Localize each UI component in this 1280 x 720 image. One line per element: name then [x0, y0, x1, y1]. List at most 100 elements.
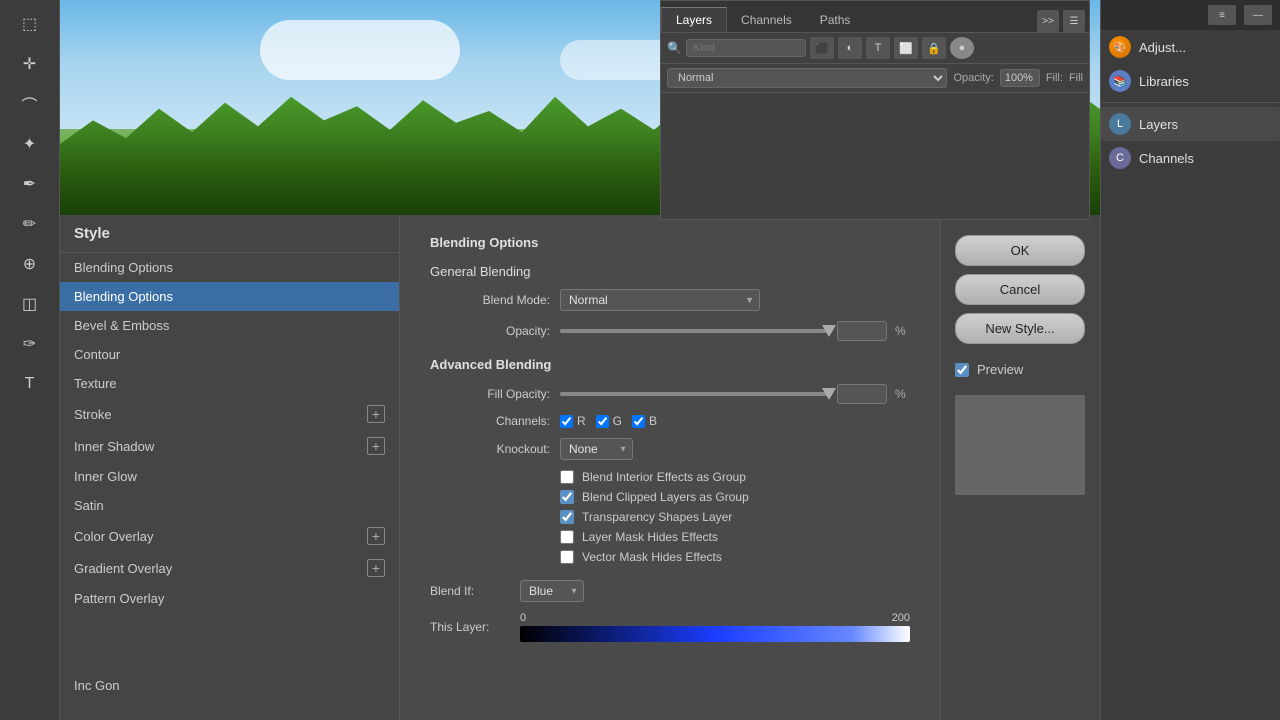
- inner-shadow-add-btn[interactable]: +: [367, 437, 385, 455]
- stroke-add-btn[interactable]: +: [367, 405, 385, 423]
- blend-clipped-checkbox[interactable]: [560, 490, 574, 504]
- preview-label: Preview: [977, 362, 1023, 377]
- blend-interior-label: Blend Interior Effects as Group: [582, 470, 746, 484]
- text-icon-btn[interactable]: T: [866, 37, 890, 59]
- opacity-value-input[interactable]: 100: [837, 321, 887, 341]
- fill-opacity-value-input[interactable]: 100: [837, 384, 887, 404]
- blend-interior-row: Blend Interior Effects as Group: [560, 470, 910, 484]
- style-item-inc-gon[interactable]: Inc Gon: [60, 671, 398, 700]
- layers-opacity-input[interactable]: [1000, 69, 1040, 87]
- layers-panel-label: Layers: [1139, 117, 1178, 132]
- style-item-blending-options[interactable]: Blending Options: [60, 282, 399, 311]
- search-icon: 🔍: [667, 41, 682, 55]
- this-layer-slider-area: 0 200: [520, 612, 910, 642]
- style-item-contour[interactable]: Contour: [60, 340, 399, 369]
- libraries-btn[interactable]: 📚 Libraries: [1101, 64, 1280, 98]
- layers-panel-icon: L: [1109, 113, 1131, 135]
- blending-options-title: Blending Options: [430, 235, 910, 250]
- healing-tool[interactable]: ⊕: [11, 245, 49, 283]
- lasso-tool[interactable]: ⌒: [11, 85, 49, 123]
- style-item-gradient-overlay[interactable]: Gradient Overlay +: [60, 552, 399, 584]
- layers-blend-mode-select[interactable]: Normal: [667, 68, 947, 88]
- this-layer-gradient[interactable]: [520, 626, 910, 642]
- style-item-gradient-overlay-label: Gradient Overlay: [74, 561, 172, 576]
- move-tool[interactable]: ✛: [11, 45, 49, 83]
- filter-icon-btn[interactable]: ●: [950, 37, 974, 59]
- channel-g-item: G: [596, 414, 622, 428]
- channel-g-checkbox[interactable]: [596, 415, 609, 428]
- style-item-pattern-overlay[interactable]: Pattern Overlay: [60, 584, 399, 613]
- ok-button[interactable]: OK: [955, 235, 1085, 266]
- adjustments-label: Adjust...: [1139, 40, 1186, 55]
- style-item-stroke[interactable]: Stroke +: [60, 398, 399, 430]
- gradient-overlay-add-btn[interactable]: +: [367, 559, 385, 577]
- smart-icon-btn[interactable]: 🔒: [922, 37, 946, 59]
- eyedropper-tool[interactable]: ✒: [11, 165, 49, 203]
- right-panel-icon-2[interactable]: —: [1244, 5, 1272, 25]
- style-item-color-overlay[interactable]: Color Overlay +: [60, 520, 399, 552]
- channel-r-item: R: [560, 414, 586, 428]
- layers-panel-btn[interactable]: L Layers: [1101, 107, 1280, 141]
- vector-mask-checkbox[interactable]: [560, 550, 574, 564]
- knockout-select[interactable]: None Shallow Deep: [560, 438, 633, 460]
- right-panel-icon-1[interactable]: ≡: [1208, 5, 1236, 25]
- style-item-contour-label: Contour: [74, 347, 120, 362]
- style-item-satin[interactable]: Satin: [60, 491, 399, 520]
- advanced-blending-title: Advanced Blending: [430, 357, 910, 372]
- blend-if-select-wrapper: Gray Red Green Blue: [520, 580, 584, 602]
- style-left-panel: Style Blending Options Blending Options …: [60, 215, 400, 720]
- adjustments-btn[interactable]: 🎨 Adjust...: [1101, 30, 1280, 64]
- channel-r-checkbox[interactable]: [560, 415, 573, 428]
- opacity-slider-track[interactable]: [560, 329, 829, 333]
- fill-opacity-label: Fill Opacity:: [430, 387, 550, 401]
- adjustment-icon-btn[interactable]: ◐: [838, 37, 862, 59]
- right-panel-top: ≡ —: [1101, 0, 1280, 30]
- expand-panels-btn[interactable]: >>: [1037, 10, 1059, 32]
- channels-panel-btn[interactable]: C Channels: [1101, 141, 1280, 175]
- transparency-shapes-checkbox[interactable]: [560, 510, 574, 524]
- knockout-select-wrapper: None Shallow Deep: [560, 438, 633, 460]
- magic-wand-tool[interactable]: ✦: [11, 125, 49, 163]
- style-item-texture[interactable]: Texture: [60, 369, 399, 398]
- style-item-inner-glow[interactable]: Inner Glow: [60, 462, 399, 491]
- preview-checkbox[interactable]: [955, 363, 969, 377]
- channel-b-checkbox[interactable]: [632, 415, 645, 428]
- stamp-tool[interactable]: ◫: [11, 285, 49, 323]
- pen-tool[interactable]: ✑: [11, 325, 49, 363]
- shape-icon-btn[interactable]: ⬜: [894, 37, 918, 59]
- blend-mode-select[interactable]: Normal Dissolve Multiply Screen Overlay: [560, 289, 760, 311]
- panel-menu-btn[interactable]: ☰: [1063, 10, 1085, 32]
- style-item-inner-glow-label: Inner Glow: [74, 469, 137, 484]
- inc-gon-label: Inc Gon: [74, 678, 120, 693]
- blend-interior-checkbox[interactable]: [560, 470, 574, 484]
- libraries-label: Libraries: [1139, 74, 1189, 89]
- adjustments-icon: 🎨: [1109, 36, 1131, 58]
- blend-mode-row: Blend Mode: Normal Dissolve Multiply Scr…: [430, 289, 910, 311]
- style-item-inner-shadow[interactable]: Inner Shadow +: [60, 430, 399, 462]
- channels-panel-label: Channels: [1139, 151, 1194, 166]
- tab-paths[interactable]: Paths: [806, 7, 865, 32]
- layers-search-input[interactable]: [686, 39, 806, 57]
- brush-tool[interactable]: ✏: [11, 205, 49, 243]
- marquee-tool[interactable]: ⬚: [11, 5, 49, 43]
- tab-layers[interactable]: Layers: [661, 7, 727, 32]
- blend-clipped-label: Blend Clipped Layers as Group: [582, 490, 749, 504]
- libraries-icon: 📚: [1109, 70, 1131, 92]
- new-style-button[interactable]: New Style...: [955, 313, 1085, 344]
- kind-icon-btn[interactable]: ⬛: [810, 37, 834, 59]
- cancel-button[interactable]: Cancel: [955, 274, 1085, 305]
- layer-mask-checkbox[interactable]: [560, 530, 574, 544]
- knockout-label: Knockout:: [430, 442, 550, 456]
- style-item-blending[interactable]: Blending Options: [60, 253, 399, 282]
- style-item-blending-options-label: Blending Options: [74, 289, 173, 304]
- opacity-row: Opacity: 100 %: [430, 321, 910, 341]
- type-tool[interactable]: T: [11, 365, 49, 403]
- fill-opacity-slider-container: 100 %: [560, 384, 910, 404]
- blend-if-select[interactable]: Gray Red Green Blue: [520, 580, 584, 602]
- vector-mask-label: Vector Mask Hides Effects: [582, 550, 722, 564]
- tab-channels[interactable]: Channels: [727, 7, 806, 32]
- this-layer-max: 200: [892, 612, 910, 624]
- fill-opacity-track[interactable]: [560, 392, 829, 396]
- color-overlay-add-btn[interactable]: +: [367, 527, 385, 545]
- style-item-bevel[interactable]: Bevel & Emboss: [60, 311, 399, 340]
